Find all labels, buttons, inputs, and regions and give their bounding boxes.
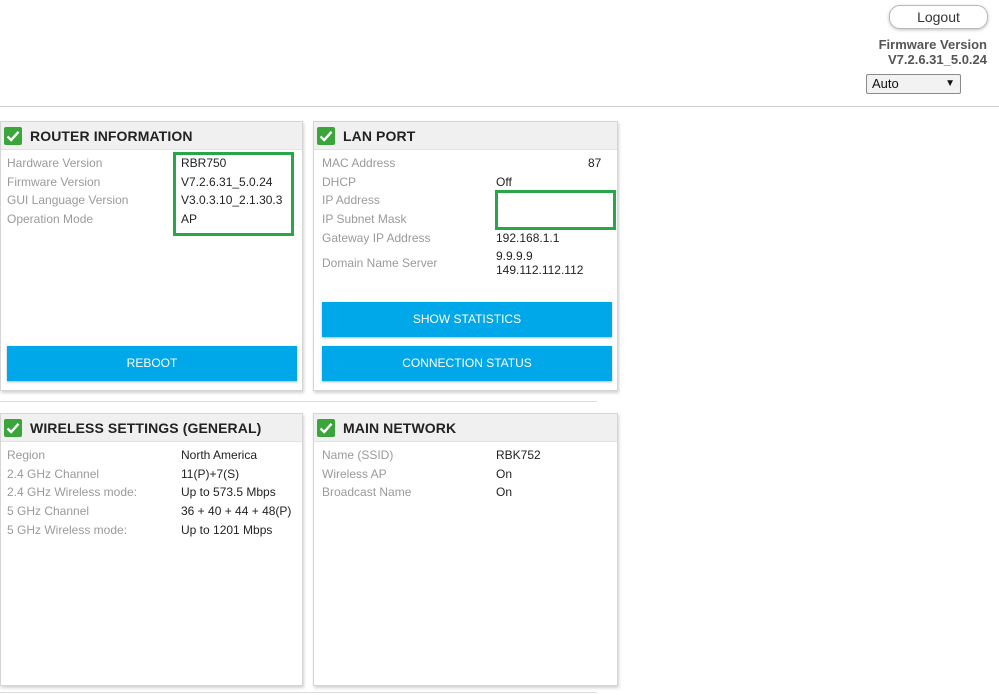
wireless-mode-24-value: Up to 573.5 Mbps <box>181 485 276 499</box>
hardware-version-label: Hardware Version <box>7 156 103 170</box>
panel-title: ROUTER INFORMATION <box>30 127 193 144</box>
channel-24-label: 2.4 GHz Channel <box>7 467 100 481</box>
firmware-version-header: Firmware Version V7.2.6.31_5.0.24 <box>879 37 987 67</box>
connection-status-button[interactable]: CONNECTION STATUS <box>322 346 612 381</box>
mac-address-value: 87 <box>588 156 602 170</box>
dns-primary-value: 9.9.9.9 <box>496 249 533 263</box>
channel-24-value: 11(P)+7(S) <box>181 467 240 481</box>
panel-header: LAN PORT <box>314 122 617 150</box>
panel-header: MAIN NETWORK <box>314 414 617 442</box>
footer-divider <box>0 692 597 693</box>
firmware-version-value: V7.2.6.31_5.0.24 <box>887 52 987 67</box>
broadcast-name-label: Broadcast Name <box>322 485 412 499</box>
language-select[interactable]: Auto ▼ <box>866 74 961 94</box>
chevron-down-icon: ▼ <box>945 78 955 89</box>
broadcast-name-value: On <box>496 485 513 499</box>
gateway-ip-label: Gateway IP Address <box>322 231 431 245</box>
logout-button[interactable]: Logout <box>889 5 988 29</box>
wireless-ap-value: On <box>496 467 513 481</box>
lan-port-panel: LAN PORT MAC Address 87 DHCP Off IP Addr… <box>313 121 618 391</box>
highlight-box <box>495 190 616 230</box>
region-label: Region <box>7 448 46 462</box>
channel-5-label: 5 GHz Channel <box>7 504 90 518</box>
highlight-box <box>173 152 294 236</box>
panel-header: ROUTER INFORMATION <box>1 122 302 150</box>
wireless-mode-5-value: Up to 1201 Mbps <box>181 523 273 537</box>
section-divider <box>0 401 597 402</box>
firmware-version-label: Firmware Version <box>7 175 101 189</box>
ssid-label: Name (SSID) <box>322 448 394 462</box>
dns-secondary-value: 149.112.112.112 <box>496 263 584 277</box>
header-divider <box>0 106 999 107</box>
panel-title: WIRELESS SETTINGS (GENERAL) <box>30 419 262 436</box>
firmware-version-label: Firmware Version <box>878 37 987 52</box>
check-icon <box>317 126 335 145</box>
ip-subnet-mask-label: IP Subnet Mask <box>322 212 407 226</box>
wireless-mode-5-label: 5 GHz Wireless mode: <box>7 523 128 537</box>
panel-title: MAIN NETWORK <box>343 419 457 436</box>
panel-header: WIRELESS SETTINGS (GENERAL) <box>1 414 302 442</box>
dns-label: Domain Name Server <box>322 256 438 270</box>
language-select-value: Auto <box>872 76 899 91</box>
gateway-ip-value: 192.168.1.1 <box>496 231 560 245</box>
router-information-panel: ROUTER INFORMATION Hardware Version RBR7… <box>0 121 303 391</box>
channel-5-value: 36 + 40 + 44 + 48(P) <box>181 504 292 518</box>
panel-title: LAN PORT <box>343 127 416 144</box>
ip-address-label: IP Address <box>322 193 380 207</box>
reboot-button[interactable]: REBOOT <box>7 346 297 381</box>
operation-mode-label: Operation Mode <box>7 212 94 226</box>
dhcp-value: Off <box>496 175 512 189</box>
check-icon <box>317 418 335 437</box>
ssid-value: RBK752 <box>496 448 541 462</box>
check-icon <box>4 126 22 145</box>
wireless-settings-panel: WIRELESS SETTINGS (GENERAL) Region North… <box>0 413 303 686</box>
wireless-mode-24-label: 2.4 GHz Wireless mode: <box>7 485 138 499</box>
mac-address-label: MAC Address <box>322 156 396 170</box>
check-icon <box>4 418 22 437</box>
gui-language-version-label: GUI Language Version <box>7 193 129 207</box>
dhcp-label: DHCP <box>322 175 357 189</box>
region-value: North America <box>181 448 258 462</box>
main-network-panel: MAIN NETWORK Name (SSID) RBK752 Wireless… <box>313 413 618 686</box>
show-statistics-button[interactable]: SHOW STATISTICS <box>322 302 612 337</box>
wireless-ap-label: Wireless AP <box>322 467 387 481</box>
